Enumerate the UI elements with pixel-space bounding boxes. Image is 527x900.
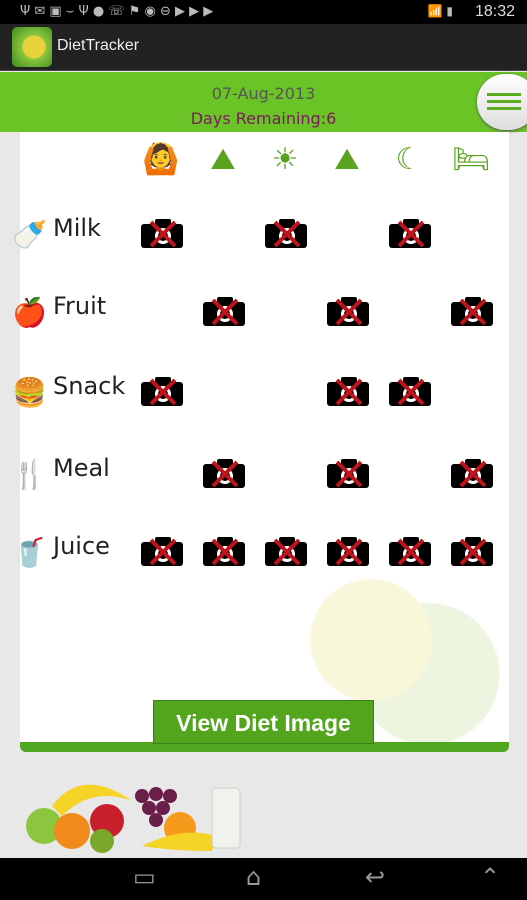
red-cross-icon	[459, 298, 487, 326]
apple-icon: 🍎	[12, 296, 47, 329]
afternoon-icon: ⛰	[334, 142, 360, 177]
no-photo-camera-button[interactable]	[141, 218, 183, 248]
milk-bottle-icon: 🍼	[12, 218, 47, 251]
red-cross-icon	[211, 538, 239, 566]
burger-icon: 🍔	[12, 376, 47, 409]
recent-apps-button[interactable]: ▭	[133, 863, 156, 891]
menu-icon-line	[487, 100, 521, 103]
fork-knife-icon: 🍴	[12, 458, 47, 491]
row-label: Milk	[53, 214, 101, 242]
wake-up-icon: 🙆	[142, 142, 180, 177]
status-bar: Ψ ✉ ▣ ⌣ Ψ ● ☏ ⚑ ◉ ⊖ ▶ ▶ ▶ 📶 ▮ 18:32	[0, 0, 527, 24]
evening-moon-icon: ☾	[395, 142, 423, 177]
bed-icon: 🛏	[451, 142, 491, 177]
red-cross-icon	[397, 220, 425, 248]
juice-cup-icon: 🥤	[12, 536, 47, 569]
red-cross-icon	[459, 460, 487, 488]
red-cross-icon	[149, 538, 177, 566]
no-photo-camera-button[interactable]	[141, 376, 183, 406]
app-title: DietTracker	[57, 37, 140, 54]
diet-grid-card: 🙆 ⛰ ☀ ⛰ ☾ 🛏 🍼 Milk 🍎 Fruit 🍔 Snack 🍴 Meal 🥤 Juice View …	[12, 132, 509, 752]
no-photo-camera-button[interactable]	[327, 536, 369, 566]
no-photo-camera-button[interactable]	[203, 296, 245, 326]
fruit-banner-image	[22, 766, 272, 856]
no-photo-camera-button[interactable]	[451, 296, 493, 326]
no-photo-camera-button[interactable]	[451, 458, 493, 488]
up-button[interactable]: ⌃	[480, 863, 500, 891]
no-photo-camera-button[interactable]	[389, 376, 431, 406]
row-label: Fruit	[53, 292, 107, 320]
current-date: 07-Aug-2013	[211, 84, 316, 103]
sun-icon: ☀	[271, 142, 299, 177]
row-label: Juice	[53, 532, 110, 560]
no-photo-camera-button[interactable]	[327, 458, 369, 488]
red-cross-icon	[335, 538, 363, 566]
navigation-bar: ▭ ⌂ ↩ ⌃	[0, 858, 527, 900]
menu-icon	[487, 93, 521, 96]
red-cross-icon	[149, 220, 177, 248]
no-photo-camera-button[interactable]	[389, 536, 431, 566]
clock: 18:32	[474, 3, 515, 20]
no-photo-camera-button[interactable]	[327, 376, 369, 406]
red-cross-icon	[335, 298, 363, 326]
no-photo-camera-button[interactable]	[389, 218, 431, 248]
red-cross-icon	[397, 378, 425, 406]
no-photo-camera-button[interactable]	[327, 296, 369, 326]
app-bar: DietTracker	[0, 24, 527, 71]
app-logo[interactable]	[12, 27, 52, 67]
notification-icons: Ψ ✉ ▣ ⌣ Ψ ● ☏ ⚑ ◉ ⊖ ▶ ▶ ▶	[20, 4, 214, 19]
no-photo-camera-button[interactable]	[265, 536, 307, 566]
red-cross-icon	[335, 378, 363, 406]
row-label: Meal	[53, 454, 110, 482]
no-photo-camera-button[interactable]	[141, 536, 183, 566]
no-photo-camera-button[interactable]	[451, 536, 493, 566]
sunrise-icon: ⛰	[210, 142, 236, 177]
red-cross-icon	[273, 220, 301, 248]
no-photo-camera-button[interactable]	[203, 536, 245, 566]
red-cross-icon	[211, 460, 239, 488]
system-icons: 📶 ▮	[427, 4, 453, 18]
red-cross-icon	[211, 298, 239, 326]
red-cross-icon	[459, 538, 487, 566]
days-remaining: Days Remaining:6	[190, 109, 337, 128]
red-cross-icon	[335, 460, 363, 488]
date-header: 07-Aug-2013 Days Remaining:6	[0, 72, 527, 132]
red-cross-icon	[397, 538, 425, 566]
red-cross-icon	[273, 538, 301, 566]
row-label: Snack	[53, 372, 126, 400]
home-button[interactable]: ⌂	[246, 863, 261, 891]
no-photo-camera-button[interactable]	[203, 458, 245, 488]
menu-button[interactable]	[477, 74, 527, 130]
no-photo-camera-button[interactable]	[265, 218, 307, 248]
menu-icon-line	[487, 107, 521, 110]
view-diet-image-button[interactable]: View Diet Image	[153, 700, 374, 744]
back-button[interactable]: ↩	[365, 863, 385, 891]
red-cross-icon	[149, 378, 177, 406]
